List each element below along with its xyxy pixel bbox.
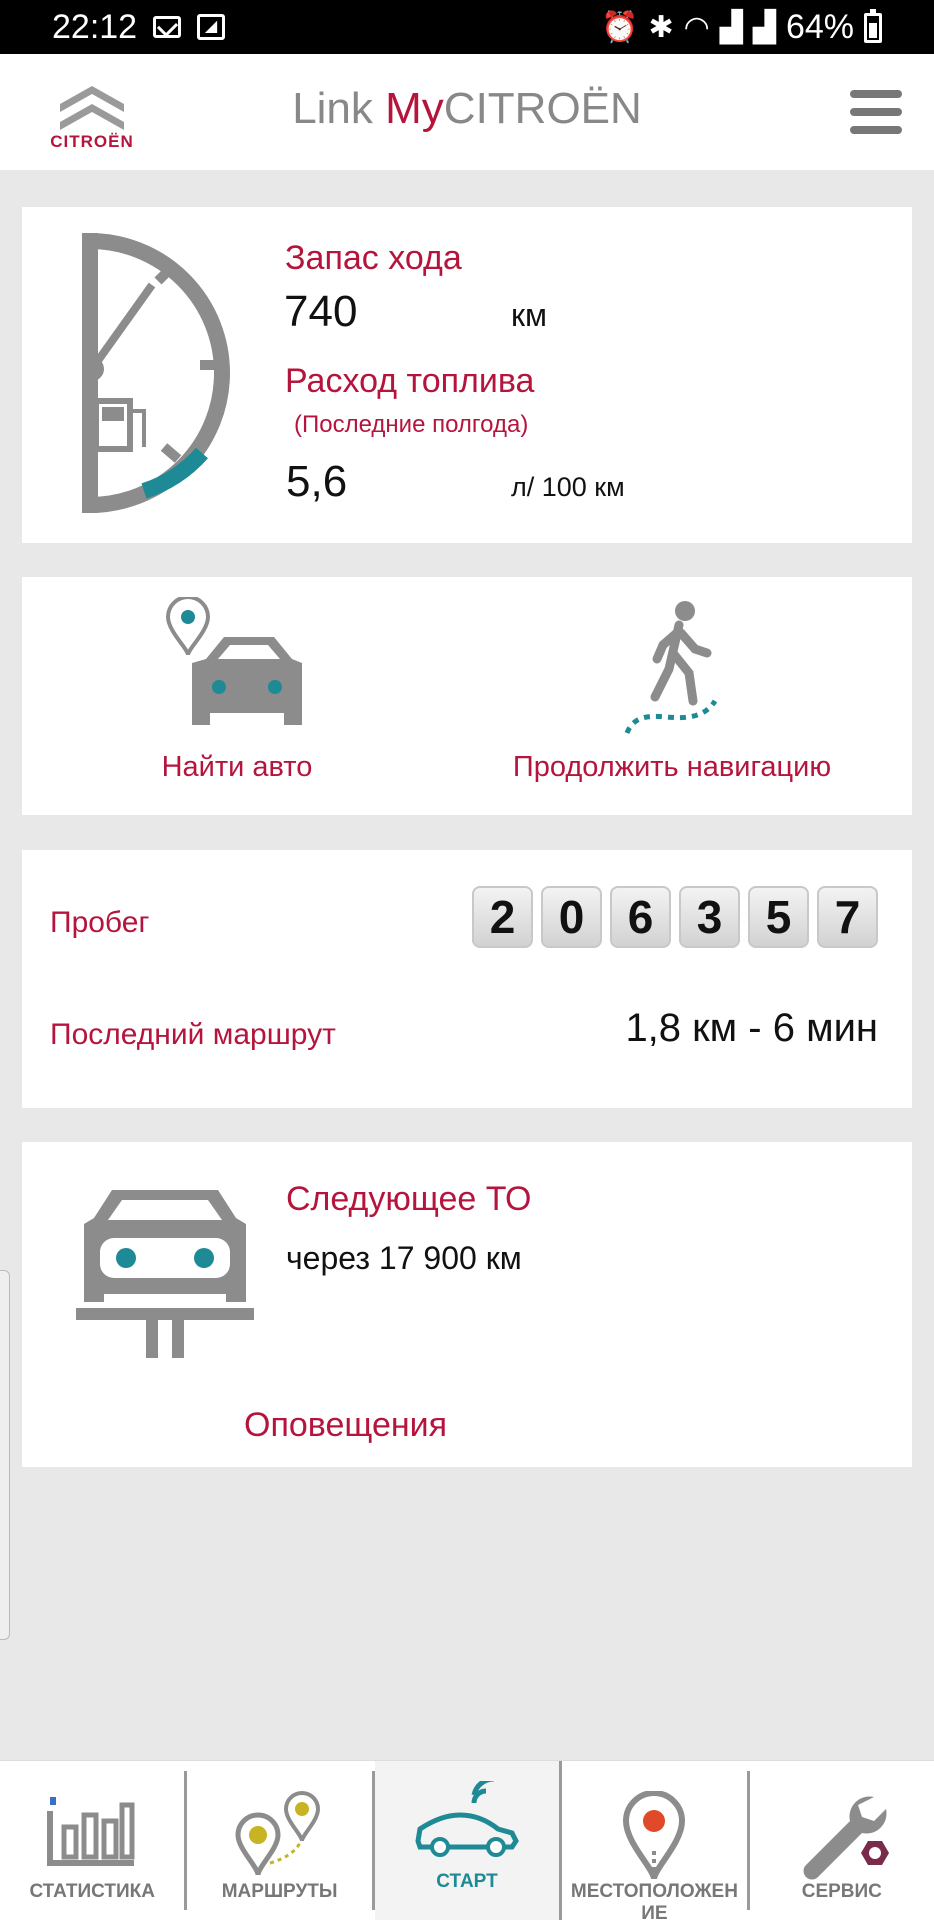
title-my: My xyxy=(385,84,444,133)
hamburger-menu-icon[interactable] xyxy=(850,90,902,134)
range-label: Запас хода xyxy=(285,239,462,277)
odometer-digits: 2 0 6 3 5 7 xyxy=(472,886,878,948)
service-wrench-icon xyxy=(803,1796,889,1880)
next-service-label: Следующее ТО xyxy=(286,1180,532,1218)
odometer-digit: 5 xyxy=(748,886,809,948)
tab-label: СЕРВИС xyxy=(801,1881,882,1902)
tab-label: МЕСТОПОЛОЖЕН ИЕ xyxy=(570,1881,738,1920)
app-title: Link MyCITROËN xyxy=(0,84,934,134)
consumption-sub: (Последние полгода) xyxy=(294,411,529,438)
tab-label: СТАРТ xyxy=(436,1871,498,1892)
tab-service[interactable]: СЕРВИС xyxy=(750,1771,934,1910)
alerts-link[interactable]: Оповещения xyxy=(244,1406,447,1445)
gmail-icon xyxy=(153,16,181,38)
consumption-unit: л/ 100 км xyxy=(511,472,625,502)
car-lift-icon xyxy=(76,1190,254,1358)
continue-navigation-label: Продолжить навигацию xyxy=(512,751,832,783)
odometer-digit: 3 xyxy=(679,886,740,948)
tab-routes[interactable]: МАРШРУТЫ xyxy=(187,1771,375,1910)
continue-navigation-button[interactable]: Продолжить навигацию xyxy=(462,597,882,784)
start-car-icon xyxy=(415,1781,519,1857)
find-car-icon xyxy=(165,597,302,725)
logo-text: CITROËN xyxy=(50,132,134,151)
battery-percent: 64% xyxy=(785,8,854,46)
consumption-value: 5,6 xyxy=(286,457,348,506)
last-trip-value: 1,8 км - 6 мин xyxy=(625,1006,878,1050)
signal-icon: ▟ xyxy=(752,11,776,44)
range-card[interactable]: Запас хода 740 км Расход топлива (Послед… xyxy=(22,207,912,543)
location-icon xyxy=(623,1791,686,1880)
odometer-digit: 0 xyxy=(541,886,602,948)
odometer-digit: 6 xyxy=(610,886,671,948)
odometer-card[interactable]: Пробег 2 0 6 3 5 7 Последний маршрут 1,8… xyxy=(22,850,912,1108)
last-trip-label: Последний маршрут xyxy=(50,1018,336,1051)
side-drawer-handle[interactable] xyxy=(0,1270,10,1640)
routes-icon xyxy=(235,1791,320,1876)
tab-start[interactable]: СТАРТ xyxy=(374,1761,563,1920)
bluetooth-icon: ✱ xyxy=(648,11,674,44)
odometer-digit: 7 xyxy=(817,886,878,948)
mileage-label: Пробег xyxy=(50,906,150,939)
range-unit: км xyxy=(511,297,547,333)
odometer-digit: 2 xyxy=(472,886,533,948)
bottom-nav: СТАТИСТИКА МАРШРУТЫ СТАРТ МЕСТОПОЛОЖЕН И… xyxy=(0,1760,934,1920)
navigation-card: Найти авто Продолжить навигацию xyxy=(22,577,912,815)
app-header: CITROËN Link MyCITROËN xyxy=(0,54,934,170)
battery-icon xyxy=(864,8,882,43)
find-car-button[interactable]: Найти авто xyxy=(122,597,352,784)
status-icons: ⏰ ✱ ◠ ▟ ▟ 64% xyxy=(601,8,882,47)
next-service-value: через 17 900 км xyxy=(286,1240,522,1276)
title-brand: CITROËN xyxy=(443,84,642,133)
find-car-label: Найти авто xyxy=(161,751,313,783)
range-value: 740 xyxy=(284,287,358,336)
tab-label: МАРШРУТЫ xyxy=(221,1881,338,1902)
app-notification-icon: ◢ xyxy=(197,14,225,40)
walking-person-icon xyxy=(624,601,718,735)
status-time: 22:12 xyxy=(52,8,138,46)
title-prefix: Link xyxy=(292,84,386,133)
wifi-icon: ◠ xyxy=(683,11,710,44)
service-card[interactable]: Следующее ТО через 17 900 км Оповещения xyxy=(22,1142,912,1467)
signal-icon: ▟ xyxy=(719,11,743,44)
tab-statistics[interactable]: СТАТИСТИКА xyxy=(0,1771,188,1910)
tab-location[interactable]: МЕСТОПОЛОЖЕН ИЕ xyxy=(562,1771,750,1920)
tab-label: СТАТИСТИКА xyxy=(29,1881,155,1902)
fuel-gauge-icon xyxy=(82,233,230,513)
consumption-label: Расход топлива xyxy=(285,362,535,400)
status-bar: 22:12 ◢ ⏰ ✱ ◠ ▟ ▟ 64% xyxy=(0,0,934,54)
alarm-icon: ⏰ xyxy=(601,11,639,44)
statistics-icon xyxy=(47,1797,135,1866)
